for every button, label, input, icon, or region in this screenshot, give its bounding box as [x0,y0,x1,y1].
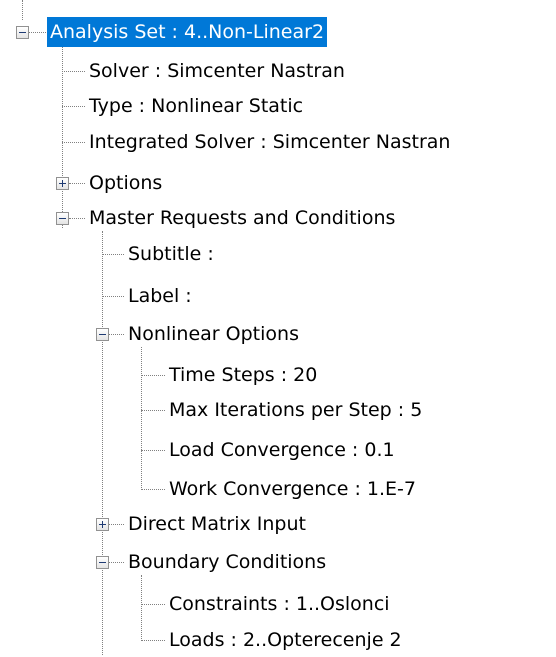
tree-line [102,254,124,255]
integrated-solver-node[interactable]: Integrated Solver : Simcenter Nastran [86,127,453,157]
tree-line [102,231,103,655]
tree-line [141,375,165,376]
time-steps-node[interactable]: Time Steps : 20 [166,360,320,390]
tree-line [62,71,85,72]
loads-node[interactable]: Loads : 2..Opterecenje 2 [166,625,405,655]
constraints-node[interactable]: Constraints : 1..Oslonci [166,589,393,619]
tree-line [62,106,85,107]
collapse-icon[interactable] [96,556,109,569]
tree-line [69,218,85,219]
label-node[interactable]: Label : [125,281,195,311]
tree-line [109,562,124,563]
tree-line [141,640,165,641]
solver-node[interactable]: Solver : Simcenter Nastran [86,56,348,86]
load-convergence-node[interactable]: Load Convergence : 0.1 [166,435,398,465]
collapse-icon[interactable] [56,212,69,225]
tree-line [69,183,85,184]
tree-line [141,489,165,490]
tree-line [141,450,165,451]
analysis-set-node[interactable]: Analysis Set : 4..Non-Linear2 [47,17,328,47]
tree-line [102,296,124,297]
boundary-conditions-node[interactable]: Boundary Conditions [125,547,329,577]
expand-icon[interactable] [96,518,109,531]
collapse-icon[interactable] [16,26,29,39]
master-requests-node[interactable]: Master Requests and Conditions [86,203,398,233]
tree-line [141,410,165,411]
tree-line [62,142,85,143]
tree-line [141,575,142,641]
tree-line [109,524,124,525]
direct-matrix-input-node[interactable]: Direct Matrix Input [125,509,309,539]
max-iterations-node[interactable]: Max Iterations per Step : 5 [166,395,425,425]
work-convergence-node[interactable]: Work Convergence : 1.E-7 [166,474,419,504]
tree-line [141,347,142,490]
analysis-tree: Analysis Set : 4..Non-Linear2 Solver : S… [0,0,556,657]
nonlinear-options-node[interactable]: Nonlinear Options [125,319,302,349]
tree-line [29,32,46,33]
tree-line [62,42,63,228]
options-node[interactable]: Options [86,168,165,198]
expand-icon[interactable] [56,177,69,190]
collapse-icon[interactable] [96,328,109,341]
subtitle-node[interactable]: Subtitle : [125,239,217,269]
tree-line [141,604,165,605]
tree-line [22,0,23,20]
type-node[interactable]: Type : Nonlinear Static [86,91,306,121]
tree-line [109,334,124,335]
